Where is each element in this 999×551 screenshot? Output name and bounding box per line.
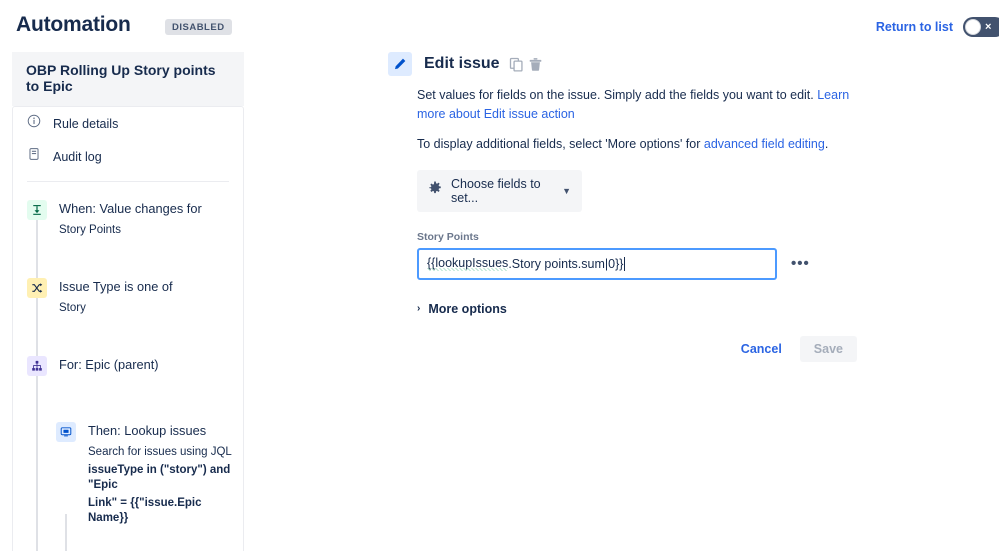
sidebar-item-label: Rule details	[53, 116, 119, 131]
rule-sidebar: OBP Rolling Up Story points to Epic Rule…	[12, 52, 244, 551]
rule-component-tree: When: Value changes for Story Points Iss…	[13, 182, 243, 551]
top-bar: Automation DISABLED Return to list ×	[0, 0, 999, 52]
text-caret	[624, 256, 626, 271]
rule-component-branch[interactable]: For: Epic (parent)	[13, 348, 243, 384]
gear-icon	[428, 181, 442, 200]
status-badge: DISABLED	[165, 19, 232, 35]
rule-component-subtitle: Story	[59, 302, 86, 314]
choose-fields-dropdown[interactable]: Choose fields to set... ▼	[417, 169, 582, 212]
edit-pencil-icon	[388, 52, 412, 76]
rule-enable-toggle[interactable]: ×	[963, 17, 999, 37]
field-overflow-menu-icon[interactable]: •••	[791, 256, 810, 271]
more-options-toggle[interactable]: › More options	[417, 302, 888, 316]
panel-button-row: Cancel Save	[417, 335, 857, 362]
rule-component-jql-line-1: issueType in ("story") and "Epic	[88, 464, 231, 491]
story-points-input-value-spellchecked: {{lookupIssues	[427, 256, 509, 271]
panel-description-1-text: Set values for fields on the issue. Simp…	[417, 88, 818, 102]
story-points-field-row: {{lookupIssues .Story points.sum|0}} •••	[417, 247, 888, 280]
document-log-icon	[27, 147, 41, 166]
trigger-stamp-icon	[27, 200, 47, 220]
sidebar-item-audit-log[interactable]: Audit log	[13, 140, 243, 173]
story-points-input-value-rest: .Story points.sum|0}}	[508, 256, 624, 271]
rule-component-title: Issue Type is one of	[59, 279, 173, 294]
story-points-input[interactable]: {{lookupIssues .Story points.sum|0}}	[417, 247, 777, 280]
cancel-button[interactable]: Cancel	[731, 336, 792, 362]
panel-header: Edit issue	[388, 52, 888, 76]
panel-description-2-suffix: .	[824, 137, 829, 151]
rule-component-body: Issue Type is one of Story	[59, 278, 173, 316]
choose-fields-label: Choose fields to set...	[451, 176, 541, 205]
rule-component-body: When: Value changes for Story Points	[59, 200, 202, 238]
rule-component-subtitle: Search for issues using JQL	[88, 446, 232, 458]
toggle-knob	[965, 19, 981, 35]
rule-component-subtitle: Story Points	[59, 224, 121, 236]
page-title: Automation	[16, 13, 131, 36]
info-circle-icon	[27, 114, 41, 133]
rule-component-title: For: Epic (parent)	[59, 357, 159, 372]
advanced-field-editing-link[interactable]: advanced field editing	[704, 137, 825, 151]
branch-tree-icon	[27, 356, 47, 376]
save-button[interactable]: Save	[799, 335, 857, 362]
rule-name-heading: OBP Rolling Up Story points to Epic	[12, 52, 244, 106]
edit-issue-panel: Edit issue Set values for fields on the …	[388, 52, 888, 362]
trash-icon[interactable]	[528, 57, 543, 72]
panel-title: Edit issue	[424, 55, 500, 72]
rule-component-lookup-issues[interactable]: Then: Lookup issues Search for issues us…	[13, 414, 243, 534]
lookup-screen-icon	[56, 422, 76, 442]
sidebar-item-label: Audit log	[53, 149, 102, 164]
rule-sidebar-card: Rule details Audit log When: Value chang…	[12, 106, 244, 551]
rule-component-title: When: Value changes for	[59, 201, 202, 216]
panel-header-actions	[509, 57, 543, 72]
condition-shuffle-icon	[27, 278, 47, 298]
panel-description-2: To display additional fields, select 'Mo…	[417, 135, 875, 154]
panel-description-2-text: To display additional fields, select 'Mo…	[417, 137, 704, 151]
sidebar-item-rule-details[interactable]: Rule details	[13, 107, 243, 140]
rule-component-body: For: Epic (parent)	[59, 356, 159, 373]
story-points-field-label: Story Points	[417, 230, 479, 243]
toggle-off-icon: ×	[985, 21, 992, 33]
automation-rule-editor-page: Automation DISABLED Return to list × OBP…	[0, 0, 999, 551]
return-to-list-link[interactable]: Return to list	[876, 20, 953, 34]
more-options-label: More options	[428, 301, 507, 316]
panel-description-1: Set values for fields on the issue. Simp…	[417, 86, 875, 123]
rule-component-condition[interactable]: Issue Type is one of Story	[13, 270, 243, 324]
rule-component-trigger[interactable]: When: Value changes for Story Points	[13, 192, 243, 246]
chevron-down-icon: ▼	[562, 185, 571, 196]
rule-component-title: Then: Lookup issues	[88, 423, 207, 438]
copy-icon[interactable]	[509, 57, 524, 72]
chevron-right-icon: ›	[417, 303, 421, 314]
rule-component-jql-line-2: Link" = {{"issue.Epic Name}}	[88, 497, 202, 524]
rule-component-body: Then: Lookup issues Search for issues us…	[88, 422, 233, 526]
